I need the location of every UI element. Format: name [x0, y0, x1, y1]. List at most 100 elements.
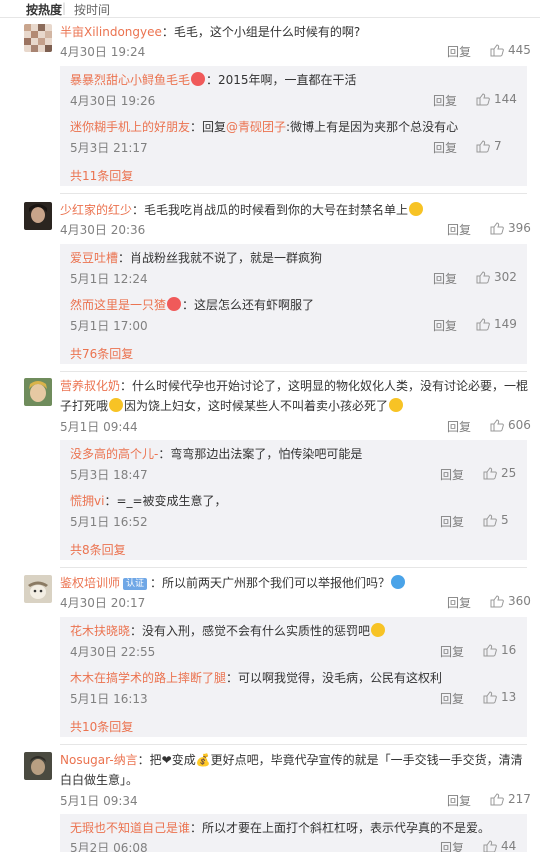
thumbs-up-icon	[483, 691, 497, 704]
more-replies-link[interactable]: 共11条回复	[70, 167, 133, 184]
reply-button[interactable]: 回复	[440, 690, 464, 707]
username-link[interactable]: 迷你糊手机上的好朋友	[70, 120, 190, 134]
reply-button[interactable]: 回复	[440, 466, 464, 483]
reply-item: 木木在搞学术的路上摔断了腿：可以啊我觉得，没毛病，公民有这权利	[70, 668, 520, 688]
avatar[interactable]	[24, 24, 52, 52]
avatar[interactable]	[24, 378, 52, 406]
like-count: 606	[508, 418, 531, 432]
username-link[interactable]: 慌拥vi	[70, 494, 104, 508]
username-link[interactable]: 半亩Xilindongyee	[60, 25, 162, 39]
reply-time: 5月1日 16:13	[70, 692, 148, 706]
mention-link[interactable]: @青砚团子	[226, 120, 286, 134]
comment: Nosugar-纳言：把❤变成💰更好点吧，毕竟代孕宣传的就是「一手交钱一手交货，…	[0, 750, 540, 852]
reply-time: 4月30日 19:26	[70, 94, 156, 108]
comment-time: 5月1日 09:34	[60, 794, 138, 808]
thumbs-up-icon	[490, 222, 504, 235]
like-count: 13	[501, 690, 517, 704]
reply-time: 5月1日 16:52	[70, 515, 148, 529]
divider	[60, 567, 527, 568]
username-link[interactable]: 没多高的高个儿-	[70, 447, 158, 461]
thumbs-up-icon	[476, 140, 490, 153]
reply-text: ：没有入刑，感觉不会有什么实质性的惩罚吧	[130, 624, 371, 638]
reply-prefix: ：回复	[190, 120, 227, 134]
reply-button[interactable]: 回复	[433, 92, 457, 109]
more-replies-link[interactable]: 共8条回复	[70, 541, 126, 558]
divider	[60, 193, 527, 194]
reply-button[interactable]: 回复	[440, 513, 464, 530]
username-link[interactable]: 木木在搞学术的路上摔断了腿	[70, 671, 226, 685]
reply-item: 花木扶晓晓：没有入刑，感觉不会有什么实质性的惩罚吧	[70, 621, 520, 641]
more-replies-link[interactable]: 共10条回复	[70, 718, 133, 735]
heart-eyes-emoji-icon	[167, 297, 182, 311]
comment: 少红家的红少：毛毛我吃肖战瓜的时候看到你的大号在封禁名单上 4月30日 20:3…	[0, 200, 540, 372]
reply-button[interactable]: 回复	[447, 418, 471, 435]
reply-time: 5月1日 12:24	[70, 272, 148, 286]
username-link[interactable]: 花木扶晓晓	[70, 624, 130, 638]
more-replies-link[interactable]: 共76条回复	[70, 345, 133, 362]
sort-bar: 按热度 | 按时间	[0, 0, 540, 18]
shocked-emoji-icon	[389, 398, 404, 412]
like-count: 5	[501, 513, 509, 527]
username-link[interactable]: 营养叔化奶	[60, 379, 120, 393]
sort-by-time-tab[interactable]: 按时间	[74, 1, 110, 18]
thumbs-up-icon	[476, 93, 490, 106]
reply-time: 5月3日 21:17	[70, 141, 148, 155]
reply-text: ：肖战粉丝我就不说了，就是一群疯狗	[118, 251, 323, 265]
reply-item: 慌拥vi：=_=被变成生意了，	[70, 491, 520, 511]
comment: 鉴权培训师 认证 ：所以前两天广州那个我们可以举报他们吗？ 4月30日 20:17 …	[0, 573, 540, 745]
reply-time: 5月3日 18:47	[70, 468, 148, 482]
reply-button[interactable]: 回复	[447, 792, 471, 809]
username-link[interactable]: 无瑕也不知道自己是谁	[70, 821, 190, 835]
reply-button[interactable]: 回复	[433, 317, 457, 334]
divider	[60, 744, 527, 745]
reply-item: 迷你糊手机上的好朋友：回复@青砚团子:微博上有是因为夹那个总没有心	[70, 117, 520, 137]
reply-text: ：弯弯那边出法案了，怕传染吧可能是	[158, 447, 363, 461]
like-count: 396	[508, 221, 531, 235]
thumbs-up-icon	[476, 271, 490, 284]
username-link[interactable]: 然而这里是一只猹	[70, 298, 166, 312]
thumbs-up-icon	[490, 419, 504, 432]
replies-box: 爱豆吐槽：肖战粉丝我就不说了，就是一群疯狗 5月1日 12:24 回复 302 …	[60, 244, 527, 364]
reply-time: 5月1日 17:00	[70, 319, 148, 333]
reply-text: ：可以啊我觉得，没毛病，公民有这权利	[226, 671, 443, 685]
username-link[interactable]: 爱豆吐槽	[70, 251, 118, 265]
reply-button[interactable]: 回复	[447, 43, 471, 60]
comment-time: 4月30日 20:17	[60, 596, 146, 610]
reply-item: 无瑕也不知道自己是谁：所以才要在上面打个斜杠杠呀，表示代孕真的不是爱。	[70, 818, 520, 838]
sweat-emoji-icon	[409, 202, 424, 216]
reply-button[interactable]: 回复	[433, 270, 457, 287]
username-link[interactable]: Nosugar-纳言	[60, 753, 138, 767]
crying-emoji-icon	[391, 575, 406, 589]
thumbs-up-icon	[483, 467, 497, 480]
username-link[interactable]: 少红家的红少	[60, 203, 132, 217]
reply-time: 4月30日 22:55	[70, 645, 156, 659]
comment-time: 4月30日 20:36	[60, 223, 146, 237]
reply-item: 爱豆吐槽：肖战粉丝我就不说了，就是一群疯狗	[70, 248, 520, 268]
comment-time: 5月1日 09:44	[60, 420, 138, 434]
reply-button[interactable]: 回复	[440, 839, 464, 852]
username-link[interactable]: 鉴权培训师	[60, 576, 120, 590]
comment-text: ：所以前两天广州那个我们可以举报他们吗？	[150, 576, 391, 590]
thumbs-up-icon	[476, 318, 490, 331]
reply-item: 暴暴烈甜心小鲟鱼毛毛 ：2015年啊，一直都在干活	[70, 70, 520, 90]
reply-text: ：这层怎么还有虾啊服了	[182, 298, 315, 312]
thumbs-up-icon	[483, 644, 497, 657]
avatar[interactable]	[24, 752, 52, 780]
avatar[interactable]	[24, 575, 52, 603]
reply-button[interactable]: 回复	[447, 594, 471, 611]
reply-text: :微博上有是因为夹那个总没有心	[286, 120, 459, 134]
username-link[interactable]: 暴暴烈甜心小鲟鱼毛毛	[70, 73, 190, 87]
reply-button[interactable]: 回复	[440, 643, 464, 660]
reply-text: ：=_=被变成生意了，	[104, 494, 227, 508]
avatar[interactable]	[24, 202, 52, 230]
like-count: 44	[501, 839, 517, 852]
comment-text: ：毛毛我吃肖战瓜的时候看到你的大号在封禁名单上	[132, 203, 409, 217]
sort-separator: |	[62, 1, 67, 15]
sort-by-hot-tab[interactable]: 按热度	[26, 1, 62, 18]
comment: 营养叔化奶：什么时候代孕也开始讨论了，这明显的物化奴化人类，没有讨论必要，一棍子…	[0, 376, 540, 568]
reply-button[interactable]: 回复	[447, 221, 471, 238]
reply-button[interactable]: 回复	[433, 139, 457, 156]
thumbs-up-icon	[490, 793, 504, 806]
thumbs-up-icon	[483, 514, 497, 527]
reply-item: 没多高的高个儿-：弯弯那边出法案了，怕传染吧可能是	[70, 444, 520, 464]
